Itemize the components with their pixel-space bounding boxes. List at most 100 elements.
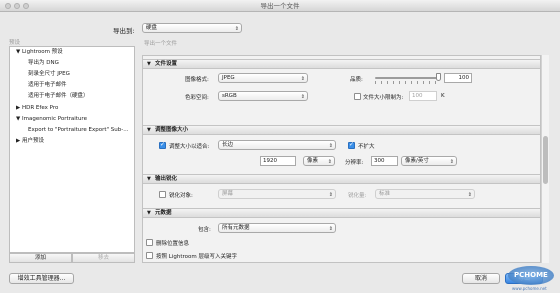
metadata-include-select[interactable]: 所有元数据 ⇕	[218, 223, 336, 233]
pchome-watermark: PCHOME www.pchome.net	[508, 266, 554, 292]
quality-slider[interactable]	[375, 77, 441, 79]
no-enlarge-label: 不扩大	[358, 144, 375, 150]
preset-item-email-disk[interactable]: 适用于电子邮件（硬盘）	[28, 91, 89, 103]
chevron-updown-icon: ⇕	[234, 26, 239, 32]
preset-group-hdr-efex[interactable]: ▶ HDR Efex Pro	[16, 103, 58, 115]
preset-label: Imagenomic Portraiture	[21, 116, 87, 122]
pchome-logo-sub: www.pchome.net	[512, 286, 547, 291]
colorspace-select[interactable]: sRGB ⇕	[218, 91, 308, 101]
preset-item-dng[interactable]: 导出为 DNG	[28, 58, 59, 70]
preset-group-imagenomic[interactable]: ▼ Imagenomic Portraiture	[16, 114, 87, 126]
chevron-updown-icon: ⇕	[328, 226, 333, 232]
size-unit-value: 像素	[307, 158, 319, 164]
preset-tree: ▼ Lightroom 预设 导出为 DNG 刻录全尺寸 JPEG 适用于电子邮…	[9, 46, 135, 253]
preset-item-email[interactable]: 适用于电子邮件	[28, 80, 67, 92]
remove-location-checkbox[interactable]	[146, 239, 153, 246]
quality-slider-ticks	[375, 81, 441, 84]
triangle-down-icon: ▼	[16, 116, 21, 122]
preset-item-jpeg[interactable]: 刻录全尺寸 JPEG	[28, 69, 70, 81]
add-preset-button[interactable]: 添加	[9, 253, 72, 263]
chevron-updown-icon: ⇕	[300, 94, 305, 100]
section-title: 调整图像大小	[155, 127, 189, 133]
triangle-down-icon: ▼	[147, 210, 151, 216]
chevron-updown-icon: ⇕	[328, 192, 333, 198]
preset-label: 用户预设	[21, 138, 44, 144]
triangle-down-icon: ▼	[147, 127, 151, 133]
triangle-down-icon: ▼	[147, 61, 151, 67]
chevron-updown-icon: ⇕	[328, 143, 333, 149]
triangle-down-icon: ▼	[147, 176, 151, 182]
close-window-button[interactable]	[5, 3, 11, 9]
settings-panel: ▼ 文件设置 图像格式: JPEG ⇕ 品质: 100 色彩空间: sRGB ⇕…	[142, 55, 541, 263]
pchome-logo-text: PCHOME	[514, 271, 548, 279]
quality-label: 品质:	[350, 77, 363, 83]
format-value: JPEG	[222, 75, 235, 81]
section-image-sizing[interactable]: ▼ 调整图像大小	[143, 125, 540, 135]
sharpen-label: 锐化对象:	[169, 193, 193, 199]
limit-size-label: 文件大小限制为:	[363, 95, 404, 101]
preset-group-user[interactable]: ▶ 用户预设	[16, 136, 44, 148]
write-keywords-label: 按照 Lightroom 层级写入关键字	[156, 254, 237, 260]
plugin-manager-button[interactable]: 增效工具管理器...	[9, 273, 74, 284]
window-title: 导出一个文件	[260, 2, 300, 10]
no-enlarge-checkbox[interactable]	[348, 141, 355, 149]
sharpen-amount-value: 标准	[379, 191, 391, 197]
resize-label: 调整大小以适合:	[169, 144, 210, 150]
preset-group-lightroom[interactable]: ▼ Lightroom 预设	[16, 47, 63, 59]
export-to-value: 硬盘	[146, 25, 158, 31]
chevron-updown-icon: ⇕	[467, 192, 472, 198]
sharpen-amount-select[interactable]: 标准 ⇕	[375, 189, 475, 199]
include-label: 包含:	[198, 227, 211, 233]
zoom-window-button[interactable]	[23, 3, 29, 9]
export-to-select[interactable]: 硬盘 ⇕	[142, 23, 242, 33]
size-unit-select[interactable]: 像素 ⇕	[303, 156, 335, 166]
quality-slider-knob[interactable]	[436, 73, 441, 81]
limit-size-unit: K	[441, 93, 445, 99]
resolution-unit-value: 像素/英寸	[405, 158, 429, 164]
chevron-updown-icon: ⇕	[449, 159, 454, 165]
format-label: 图像格式:	[185, 77, 209, 83]
sharpen-target-value: 屏幕	[222, 191, 234, 197]
resize-mode-value: 长边	[222, 142, 234, 148]
window-titlebar: 导出一个文件	[0, 0, 560, 12]
triangle-down-icon: ▼	[16, 49, 21, 55]
export-to-label: 导出到:	[113, 27, 135, 35]
presets-header: 预设	[9, 40, 21, 46]
resolution-input[interactable]: 300	[371, 156, 398, 166]
write-keywords-checkbox[interactable]	[146, 252, 153, 259]
preset-label: Lightroom 预设	[21, 49, 63, 55]
limit-size-checkbox[interactable]	[354, 93, 361, 100]
quality-input[interactable]: 100	[444, 73, 472, 83]
section-metadata[interactable]: ▼ 元数据	[143, 208, 540, 218]
limit-size-input[interactable]: 100	[409, 91, 437, 101]
sharpen-target-select[interactable]: 屏幕 ⇕	[218, 189, 336, 199]
minimize-window-button[interactable]	[14, 3, 20, 9]
settings-scroll-thumb[interactable]	[543, 136, 548, 184]
resolution-label: 分辨率:	[345, 160, 364, 166]
resize-checkbox[interactable]	[159, 141, 166, 149]
section-title: 输出锐化	[155, 176, 178, 182]
section-file-settings[interactable]: ▼ 文件设置	[143, 59, 540, 69]
triangle-right-icon: ▶	[16, 138, 21, 144]
sharpen-amount-label: 锐化量:	[348, 193, 367, 199]
chevron-updown-icon: ⇕	[300, 76, 305, 82]
chevron-updown-icon: ⇕	[327, 159, 332, 165]
section-title: 文件设置	[155, 61, 178, 67]
section-title: 元数据	[155, 210, 172, 216]
section-output-sharpening[interactable]: ▼ 输出锐化	[143, 174, 540, 184]
preset-item-portraiture[interactable]: Export to "Portraiture Export" Sub-...	[28, 125, 129, 137]
triangle-right-icon: ▶	[16, 105, 21, 111]
colorspace-label: 色彩空间:	[185, 95, 209, 101]
format-select[interactable]: JPEG ⇕	[218, 73, 308, 83]
cancel-button[interactable]: 取消	[462, 273, 500, 284]
metadata-include-value: 所有元数据	[222, 225, 250, 231]
preset-label: HDR Efex Pro	[21, 105, 59, 111]
sharpen-checkbox[interactable]	[159, 191, 166, 198]
resolution-unit-select[interactable]: 像素/英寸 ⇕	[401, 156, 457, 166]
remove-preset-button[interactable]: 移去	[72, 253, 135, 263]
colorspace-value: sRGB	[222, 93, 237, 99]
resize-mode-select[interactable]: 长边 ⇕	[218, 140, 336, 150]
remove-location-label: 删除位置信息	[156, 241, 190, 247]
main-header: 导出一个文件	[144, 41, 178, 47]
size-input[interactable]: 1920	[260, 156, 296, 166]
